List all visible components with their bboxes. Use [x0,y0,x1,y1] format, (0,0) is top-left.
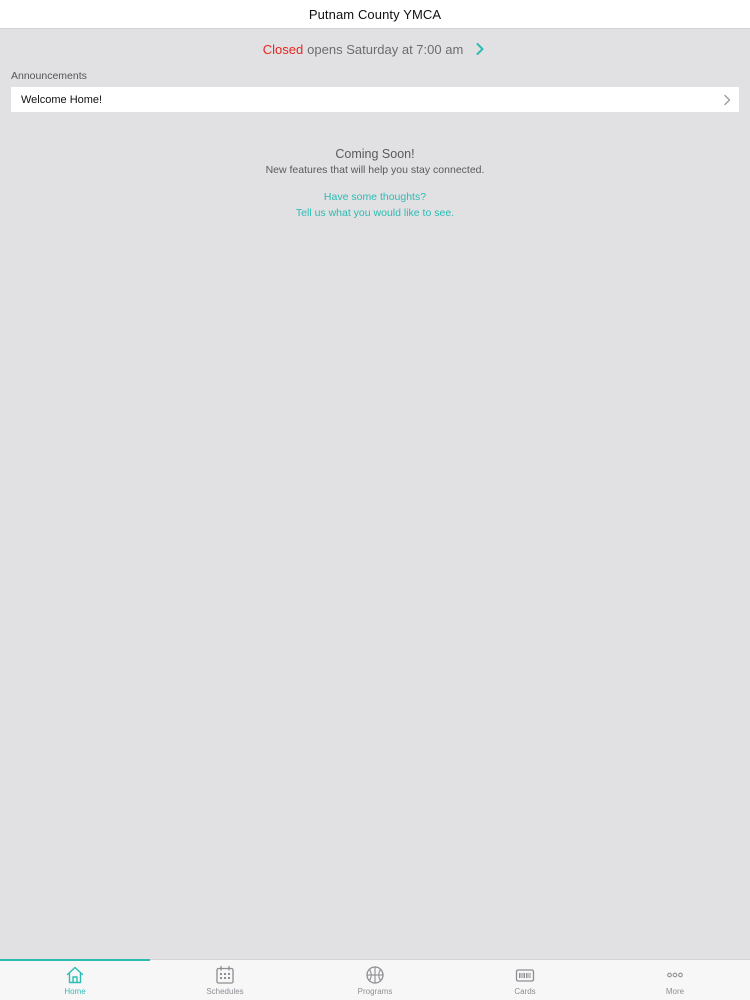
coming-soon-title: Coming Soon! [335,147,415,161]
feedback-link-thoughts[interactable]: Have some thoughts? [0,189,750,205]
tab-label-cards: Cards [514,987,536,996]
tab-bar: Home Schedules Programs Cards More [0,959,750,1000]
hours-status[interactable]: Closed opens Saturday at 7:00 am [0,38,750,60]
status-closed-label: Closed [262,41,304,57]
tab-label-schedules: Schedules [206,987,244,996]
announcement-item[interactable]: Welcome Home! [11,87,739,112]
tab-programs[interactable]: Programs [300,960,450,1000]
announcement-label: Welcome Home! [21,93,103,106]
card-icon [515,969,535,982]
chevron-right-icon [724,94,731,105]
home-icon [66,966,84,984]
coming-soon-section: Coming Soon! New features that will help… [0,147,750,221]
tab-label-programs: Programs [357,987,393,996]
feedback-link-suggest[interactable]: Tell us what you would like to see. [0,205,750,221]
navigation-bar: Putnam County YMCA [0,0,750,29]
feedback-links: Have some thoughts? Tell us what you wou… [0,189,750,221]
status-hours-text: opens Saturday at 7:00 am [307,41,464,57]
tab-schedules[interactable]: Schedules [150,960,300,1000]
coming-soon-subtitle: New features that will help you stay con… [265,164,485,176]
calendar-icon [216,965,234,984]
more-icon [667,972,683,978]
tab-more[interactable]: More [600,960,750,1000]
tab-home[interactable]: Home [0,959,150,1000]
tab-cards[interactable]: Cards [450,960,600,1000]
page-title: Putnam County YMCA [308,6,442,22]
active-tab-indicator [0,959,150,961]
tab-label-more: More [665,987,685,996]
announcements-header: Announcements [11,70,87,82]
basketball-icon [366,966,384,984]
tab-label-home: Home [64,987,86,996]
chevron-right-icon[interactable] [473,42,487,56]
